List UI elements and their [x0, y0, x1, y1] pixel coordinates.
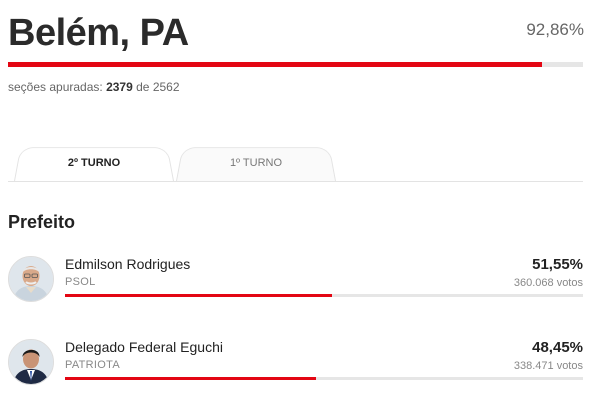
candidate-share-fill — [65, 377, 316, 380]
office-title: Prefeito — [8, 212, 76, 232]
counted-percent: 92,86% — [526, 20, 584, 39]
counting-progress-bar — [8, 62, 583, 67]
candidate-percent: 48,45% — [532, 339, 583, 356]
candidate-name: Delegado Federal Eguchi — [65, 339, 223, 355]
round-tabs: 2º TURNO 1º TURNO — [8, 144, 583, 182]
sections-counted: seções apuradas: 2379 de 2562 — [8, 80, 180, 94]
tab-second-round-label: 2º TURNO — [67, 157, 121, 169]
tab-first-round[interactable]: 1º TURNO — [176, 144, 336, 181]
candidate-party: PATRIOTA — [65, 359, 120, 371]
candidate-row[interactable]: Delegado Federal Eguchi PATRIOTA 48,45% … — [8, 339, 583, 389]
sections-counted-value: 2379 — [106, 80, 133, 94]
tab-first-round-label: 1º TURNO — [229, 157, 283, 169]
candidate-votes: 360.068 votos — [513, 277, 583, 289]
tab-second-round[interactable]: 2º TURNO — [14, 144, 174, 181]
candidate-party: PSOL — [65, 276, 96, 288]
candidate-votes: 338.471 votos — [513, 360, 583, 372]
candidate-photo — [8, 339, 54, 385]
candidate-percent: 51,55% — [532, 256, 583, 273]
sections-total: 2562 — [152, 80, 180, 94]
candidate-share-bar — [65, 294, 583, 297]
sections-of: de — [136, 80, 150, 94]
counting-progress-fill — [8, 62, 542, 67]
candidate-row[interactable]: Edmilson Rodrigues PSOL 51,55% 360.068 v… — [8, 256, 583, 306]
candidate-share-bar — [65, 377, 583, 380]
candidate-name: Edmilson Rodrigues — [65, 256, 191, 272]
sections-label: seções apuradas: — [8, 80, 103, 94]
city-title: Belém, PA — [8, 12, 189, 54]
candidate-photo — [8, 256, 54, 302]
tabs-divider — [8, 181, 583, 182]
candidate-share-fill — [65, 294, 333, 297]
